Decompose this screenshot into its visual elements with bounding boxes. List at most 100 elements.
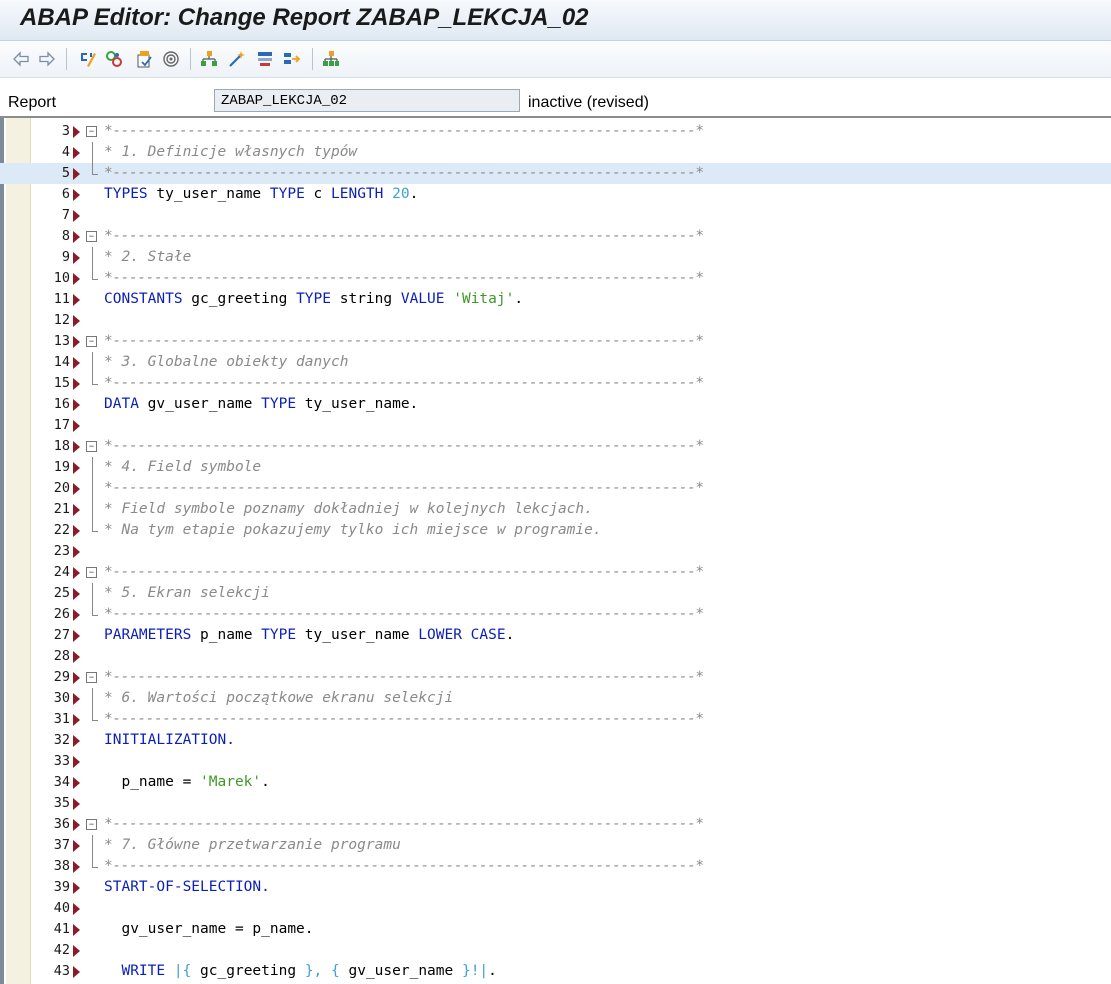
code-line[interactable]: 38 *-------------------------------------… (0, 856, 1111, 877)
code-text[interactable]: *---------------------------------------… (104, 438, 704, 454)
code-text[interactable]: *---------------------------------------… (104, 858, 704, 874)
code-text[interactable]: *---------------------------------------… (104, 816, 704, 832)
code-text[interactable]: DATA gv_user_name TYPE ty_user_name. (104, 396, 418, 412)
code-text[interactable]: * 4. Field symbole (104, 459, 261, 475)
check-icon[interactable] (160, 49, 182, 69)
other-object-icon[interactable] (103, 49, 125, 69)
code-line[interactable]: 3 − *-------------------------------------… (0, 121, 1111, 142)
code-line[interactable]: 15 *-------------------------------------… (0, 373, 1111, 394)
code-line[interactable]: 31 *-------------------------------------… (0, 709, 1111, 730)
report-name-field[interactable]: ZABAP_LEKCJA_02 (214, 89, 520, 112)
code-text[interactable]: *---------------------------------------… (104, 123, 704, 139)
code-text[interactable]: START-OF-SELECTION. (104, 879, 270, 895)
code-text[interactable]: * 5. Ekran selekcji (104, 585, 270, 601)
code-line[interactable]: 13 − *------------------------------------… (0, 331, 1111, 352)
code-line[interactable]: 23 (0, 541, 1111, 562)
code-line[interactable]: 29 − *------------------------------------… (0, 667, 1111, 688)
navigation-window-icon[interactable] (320, 49, 342, 69)
code-line[interactable]: 24 − *------------------------------------… (0, 562, 1111, 583)
code-line[interactable]: 27 PARAMETERS p_name TYPE ty_user_name LO… (0, 625, 1111, 646)
code-text[interactable]: *---------------------------------------… (104, 228, 704, 244)
code-text[interactable]: gv_user_name = p_name. (104, 921, 313, 937)
code-line[interactable]: 33 (0, 751, 1111, 772)
code-line[interactable]: 8 − *-------------------------------------… (0, 226, 1111, 247)
code-text[interactable]: *---------------------------------------… (104, 165, 704, 181)
back-arrow-icon[interactable] (10, 49, 32, 69)
code-line[interactable]: 41 gv_user_name = p_name. (0, 919, 1111, 940)
code-line[interactable]: 43 WRITE |{ gc_greeting }, { gv_user_nam… (0, 961, 1111, 982)
toggle-display-change-icon[interactable] (77, 49, 99, 69)
code-line[interactable]: 21 * Field symbole poznamy dokładniej w k… (0, 499, 1111, 520)
code-line[interactable]: 39 START-OF-SELECTION. (0, 877, 1111, 898)
code-line[interactable]: 12 (0, 310, 1111, 331)
code-text[interactable]: *---------------------------------------… (104, 375, 704, 391)
line-marker-icon (73, 945, 80, 957)
pattern-icon[interactable] (254, 49, 276, 69)
activate-icon[interactable] (133, 49, 155, 69)
code-line[interactable]: 35 (0, 793, 1111, 814)
code-text[interactable]: * 7. Główne przetwarzanie programu (104, 837, 401, 853)
code-text[interactable]: * Field symbole poznamy dokładniej w kol… (104, 501, 593, 517)
where-used-icon[interactable] (198, 49, 220, 69)
code-line[interactable]: 10 *-------------------------------------… (0, 268, 1111, 289)
code-text[interactable]: *---------------------------------------… (104, 270, 704, 286)
code-editor[interactable]: 3− *-------------------------------------… (0, 116, 1111, 984)
code-line[interactable]: 30 * 6. Wartości początkowe ekranu selekc… (0, 688, 1111, 709)
code-line[interactable]: 40 (0, 898, 1111, 919)
code-text[interactable]: WRITE |{ gc_greeting }, { gv_user_name }… (104, 963, 496, 979)
code-line[interactable]: 26 *-------------------------------------… (0, 604, 1111, 625)
code-text[interactable]: * 1. Definicje własnych typów (104, 144, 357, 160)
code-line[interactable]: 6 TYPES ty_user_name TYPE c LENGTH 20. (0, 184, 1111, 205)
code-text[interactable]: * 3. Globalne obiekty danych (104, 354, 348, 370)
code-line[interactable]: 22 * Na tym etapie pokazujemy tylko ich m… (0, 520, 1111, 541)
code-text[interactable]: PARAMETERS p_name TYPE ty_user_name LOWE… (104, 627, 514, 643)
fold-collapse-icon[interactable]: − (86, 126, 97, 137)
code-line[interactable]: 20 *-------------------------------------… (0, 478, 1111, 499)
code-line[interactable]: 7 (0, 205, 1111, 226)
code-line[interactable]: 18 − *------------------------------------… (0, 436, 1111, 457)
code-text[interactable]: p_name = 'Marek'. (104, 774, 269, 790)
fold-collapse-icon[interactable]: − (86, 567, 97, 578)
code-line[interactable]: 9 * 2. Stałe (0, 247, 1111, 268)
fold-collapse-icon[interactable]: − (86, 441, 97, 452)
fold-collapse-icon[interactable]: − (86, 231, 97, 242)
forward-arrow-icon[interactable] (36, 49, 58, 69)
fold-collapse-icon[interactable]: − (86, 819, 97, 830)
code-text[interactable]: *---------------------------------------… (104, 669, 704, 685)
code-text[interactable]: * 6. Wartości początkowe ekranu selekcji (104, 690, 453, 706)
fold-collapse-icon[interactable]: − (86, 336, 97, 347)
line-marker-icon (73, 756, 80, 768)
code-text[interactable]: *---------------------------------------… (104, 480, 704, 496)
code-text[interactable]: *---------------------------------------… (104, 564, 704, 580)
code-line[interactable]: 4 * 1. Definicje własnych typów (0, 142, 1111, 163)
code-line[interactable]: 25 * 5. Ekran selekcji (0, 583, 1111, 604)
code-text[interactable]: *---------------------------------------… (104, 711, 704, 727)
code-line[interactable]: 32 INITIALIZATION. (0, 730, 1111, 751)
code-text[interactable]: * Na tym etapie pokazujemy tylko ich mie… (104, 522, 602, 538)
code-line[interactable]: 14 * 3. Globalne obiekty danych (0, 352, 1111, 373)
code-line[interactable]: 5 *--------------------------------------… (0, 163, 1111, 184)
code-line[interactable]: 34 p_name = 'Marek'. (0, 772, 1111, 793)
code-text[interactable]: TYPES ty_user_name TYPE c LENGTH 20. (104, 186, 418, 202)
code-text[interactable]: *---------------------------------------… (104, 333, 704, 349)
object-list-icon[interactable] (226, 49, 248, 69)
code-line[interactable]: 16 DATA gv_user_name TYPE ty_user_name. (0, 394, 1111, 415)
line-number: 31 (53, 711, 70, 727)
code-text[interactable]: CONSTANTS gc_greeting TYPE string VALUE … (104, 291, 523, 307)
code-line[interactable]: 28 (0, 646, 1111, 667)
code-line[interactable]: 36 − *------------------------------------… (0, 814, 1111, 835)
code-text[interactable]: INITIALIZATION. (104, 732, 235, 748)
code-line[interactable]: 17 (0, 415, 1111, 436)
line-number: 12 (53, 312, 70, 328)
fold-collapse-icon[interactable]: − (86, 672, 97, 683)
code-text[interactable]: *---------------------------------------… (104, 606, 704, 622)
code-text[interactable]: * 2. Stałe (104, 249, 191, 265)
code-line[interactable]: 37 * 7. Główne przetwarzanie programu (0, 835, 1111, 856)
code-line[interactable]: 42 (0, 940, 1111, 961)
code-token: *---------------------------------------… (104, 480, 704, 496)
line-number: 5 (61, 165, 70, 181)
code-line[interactable]: 11 CONSTANTS gc_greeting TYPE string VALU… (0, 289, 1111, 310)
code-line[interactable]: 19 * 4. Field symbole (0, 457, 1111, 478)
pretty-printer-icon[interactable] (281, 49, 303, 69)
